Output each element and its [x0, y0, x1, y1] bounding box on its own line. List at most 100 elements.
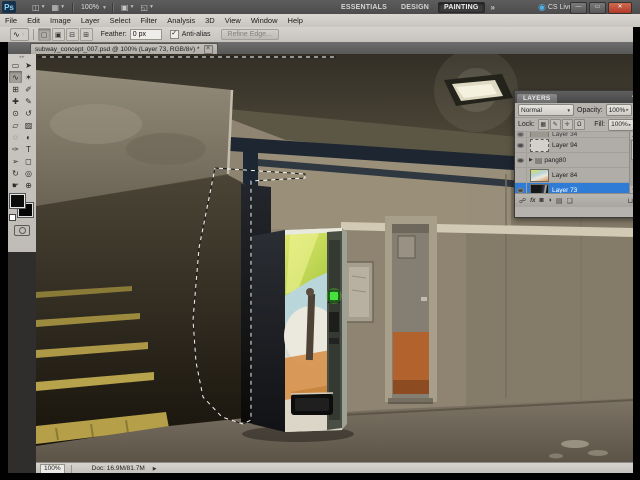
layer-row[interactable]: Layer 94: [515, 138, 637, 153]
expand-triangle-icon[interactable]: ▶: [529, 157, 533, 163]
workspace-switcher: ESSENTIALS DESIGN PAINTING »: [336, 0, 495, 14]
zoom-level-input[interactable]: 100%: [40, 463, 65, 474]
layer-thumbnail: [530, 138, 549, 152]
add-to-selection-icon[interactable]: ▣: [51, 28, 65, 41]
titlebar-zoom-chip[interactable]: 100% ▼: [79, 4, 107, 11]
quick-selection-tool[interactable]: ✶: [22, 71, 35, 83]
layer-row[interactable]: ▶ ▤ pang80: [515, 153, 637, 168]
pen-tool[interactable]: ✑: [9, 143, 22, 155]
menu-bar: File Edit Image Layer Select Filter Analysis 3D…: [0, 14, 640, 28]
lock-position-icon[interactable]: ✛: [561, 119, 573, 130]
menu-analysis[interactable]: Analysis: [162, 16, 200, 25]
fill-input[interactable]: 100% ▸: [608, 118, 634, 131]
view-extras-icon[interactable]: ▦ ▼: [50, 3, 68, 12]
lock-all-icon[interactable]: Ω: [573, 119, 585, 130]
blur-tool[interactable]: ◌: [9, 131, 22, 143]
chevron-down-icon: ▼: [20, 31, 26, 38]
layer-name: pang80: [544, 156, 567, 164]
layer-row[interactable]: Layer 84: [515, 168, 637, 183]
visibility-toggle[interactable]: [515, 183, 527, 193]
visibility-toggle[interactable]: [515, 168, 527, 182]
3d-rotate-tool[interactable]: ↻: [9, 167, 22, 179]
new-group-icon[interactable]: ▤: [556, 197, 563, 205]
layer-row[interactable]: Layer 34: [515, 132, 637, 138]
screen-mode-icon[interactable]: ◱ ▼: [138, 3, 156, 12]
arrange-documents-icon[interactable]: ▣ ▼: [119, 3, 137, 12]
crop-tool[interactable]: ⊞: [9, 83, 22, 95]
zoom-tool[interactable]: ⊕: [22, 179, 35, 191]
menu-edit[interactable]: Edit: [22, 16, 45, 25]
dodge-tool[interactable]: ◐: [22, 131, 35, 143]
menu-window[interactable]: Window: [246, 16, 283, 25]
layers-panel: LAYERS ▪ Normal ▼ Opacity: 100% ▸ Lock: …: [514, 90, 638, 218]
quick-mask-button[interactable]: [14, 225, 30, 236]
default-colors-icon[interactable]: [9, 214, 16, 221]
refine-edge-button[interactable]: Refine Edge...: [220, 29, 279, 40]
path-selection-tool[interactable]: ➢: [9, 155, 22, 167]
workspace-design[interactable]: DESIGN: [396, 3, 434, 12]
layers-tab[interactable]: LAYERS: [517, 94, 557, 103]
opacity-input[interactable]: 100% ▸: [605, 104, 632, 116]
layer-styles-icon[interactable]: fx: [530, 198, 535, 204]
menu-select[interactable]: Select: [105, 16, 136, 25]
lasso-tool[interactable]: ∿: [9, 71, 22, 83]
tool-preset-picker[interactable]: ∿ ▼: [10, 28, 29, 41]
history-brush-tool[interactable]: ↺: [22, 107, 35, 119]
visibility-toggle[interactable]: [515, 153, 527, 167]
menu-image[interactable]: Image: [45, 16, 76, 25]
gradient-tool[interactable]: ▨: [22, 119, 35, 131]
layer-row[interactable]: Layer 73: [515, 183, 637, 193]
lock-label: Lock:: [518, 121, 535, 128]
left-frame-bar: [0, 42, 8, 480]
brush-tool[interactable]: ✎: [22, 95, 35, 107]
rectangular-marquee-tool[interactable]: ▭: [9, 59, 22, 71]
menu-view[interactable]: View: [220, 16, 246, 25]
blend-mode-select[interactable]: Normal ▼: [518, 104, 574, 116]
clone-stamp-tool[interactable]: ⊙: [9, 107, 22, 119]
restore-button[interactable]: ▭: [589, 2, 606, 14]
new-adjustment-layer-icon[interactable]: ◑: [548, 197, 552, 204]
menu-help[interactable]: Help: [283, 16, 308, 25]
layer-name: Layer 94: [552, 141, 578, 149]
move-tool[interactable]: ➤: [22, 59, 35, 71]
type-tool[interactable]: T: [22, 143, 35, 155]
link-layers-icon[interactable]: ☍: [519, 197, 526, 205]
intersect-with-selection-icon[interactable]: ⊞: [79, 28, 93, 41]
menu-3d[interactable]: 3D: [200, 16, 220, 25]
menu-layer[interactable]: Layer: [76, 16, 105, 25]
minimize-button[interactable]: —: [570, 2, 587, 14]
menu-filter[interactable]: Filter: [136, 16, 163, 25]
layers-list: Layer 34 Layer 94 ▶ ▤ pang80 Layer 84 Layer 73…: [515, 132, 637, 194]
healing-brush-tool[interactable]: ✚: [9, 95, 22, 107]
photoshop-logo: Ps: [2, 1, 16, 13]
menu-file[interactable]: File: [0, 16, 22, 25]
status-options-icon[interactable]: ▶: [153, 466, 157, 472]
eyedropper-tool[interactable]: ✐: [22, 83, 35, 95]
workspace-overflow-icon[interactable]: »: [491, 3, 495, 12]
subtract-from-selection-icon[interactable]: ⊟: [65, 28, 79, 41]
hand-tool[interactable]: ☛: [9, 179, 22, 191]
lock-transparency-icon[interactable]: ▦: [537, 119, 549, 130]
anti-alias-checkbox[interactable]: ✓: [169, 30, 179, 39]
feather-input[interactable]: 0 px: [129, 29, 162, 40]
close-button[interactable]: ✕: [608, 2, 632, 14]
chevron-down-icon: ▼: [148, 4, 154, 10]
visibility-toggle[interactable]: [515, 138, 527, 152]
tab-close-icon[interactable]: ×: [203, 45, 213, 54]
visibility-toggle[interactable]: [515, 132, 527, 137]
opacity-label: Opacity:: [577, 106, 603, 114]
workspace-painting[interactable]: PAINTING: [438, 1, 485, 13]
lock-pixels-icon[interactable]: ✎: [549, 119, 561, 130]
bridge-icon[interactable]: ◫ ▼: [30, 3, 48, 12]
shape-tool[interactable]: ◻: [22, 155, 35, 167]
divider: [111, 2, 114, 12]
workspace-essentials[interactable]: ESSENTIALS: [336, 3, 392, 12]
new-layer-icon[interactable]: ❏: [567, 197, 573, 205]
new-selection-icon[interactable]: ▢: [37, 28, 51, 41]
eraser-tool[interactable]: ▱: [9, 119, 22, 131]
foreground-color-swatch[interactable]: [9, 193, 26, 209]
add-layer-mask-icon[interactable]: ◙: [539, 197, 543, 204]
feather-label: Feather:: [100, 31, 127, 38]
3d-camera-tool[interactable]: ◎: [22, 167, 35, 179]
divider: [70, 464, 72, 473]
